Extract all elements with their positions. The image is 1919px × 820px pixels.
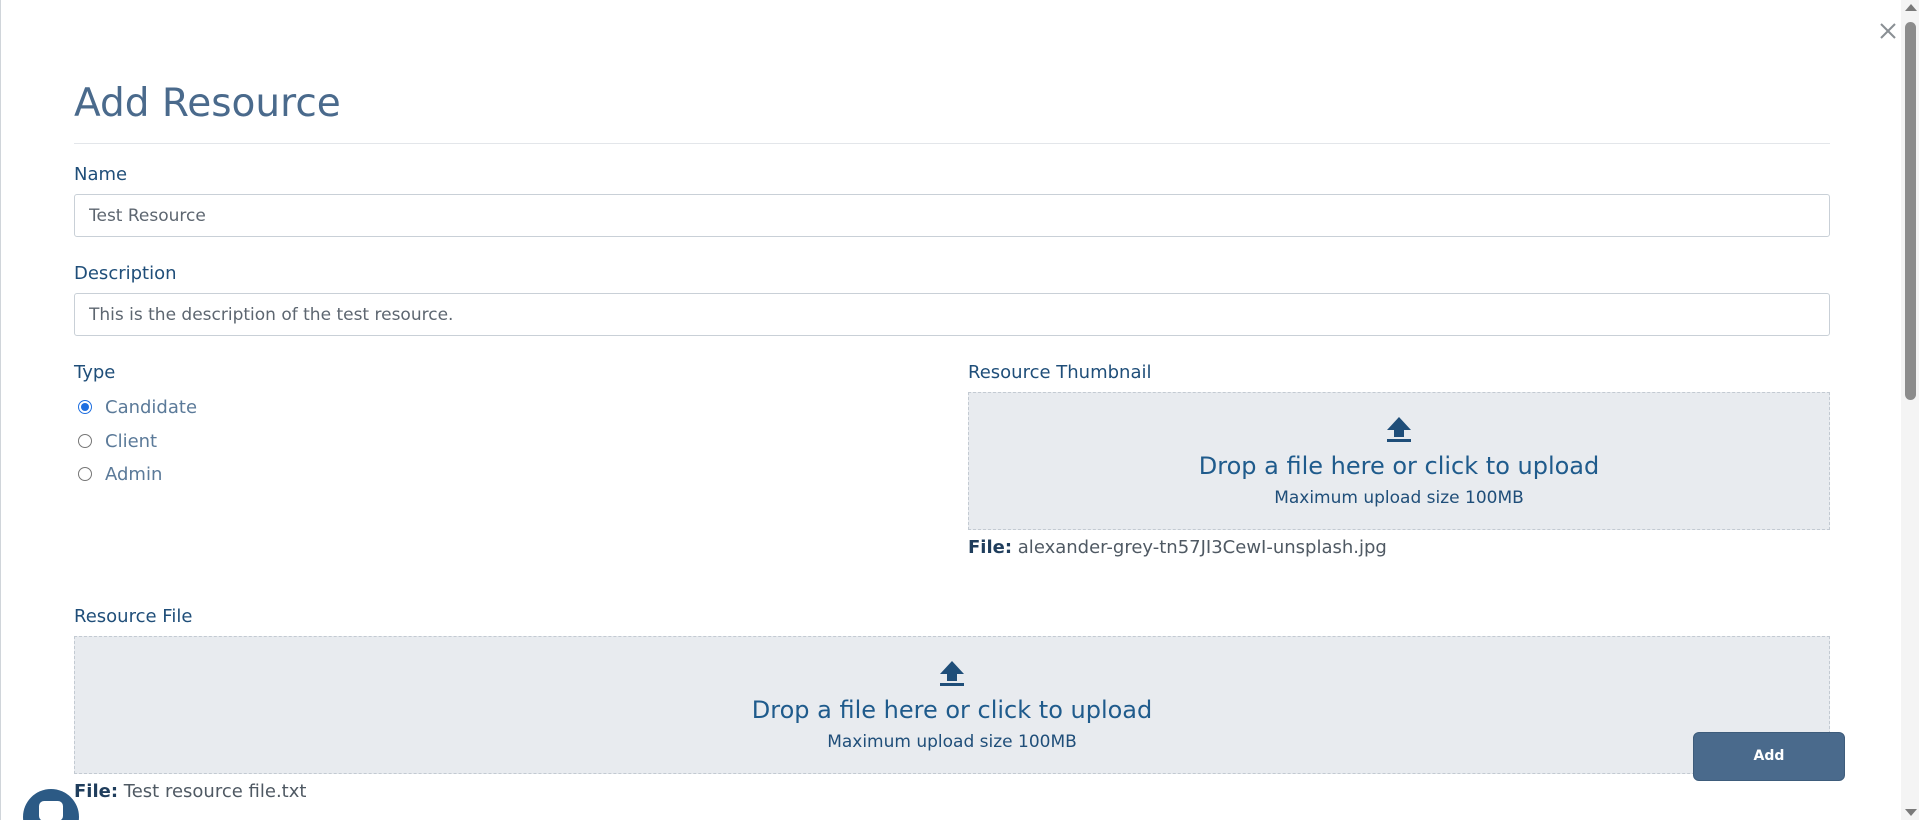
resource-file-name: Test resource file.txt — [123, 781, 307, 802]
candidate-radio[interactable] — [78, 400, 92, 414]
type-option-admin[interactable]: Admin — [78, 462, 162, 486]
type-label: Type — [74, 362, 116, 383]
add-resource-modal: Add Resource Name Description Type Candi… — [0, 0, 1919, 820]
admin-label: Admin — [105, 463, 163, 485]
modal-title: Add Resource — [74, 81, 341, 126]
admin-radio[interactable] — [78, 467, 92, 481]
vertical-scrollbar[interactable] — [1901, 0, 1919, 820]
upload-icon — [940, 661, 964, 686]
client-radio[interactable] — [78, 434, 92, 448]
add-button[interactable]: Add — [1693, 732, 1845, 781]
name-input[interactable] — [74, 194, 1830, 237]
resource-file-label: Resource File — [74, 606, 193, 627]
thumbnail-file-key: File: — [968, 537, 1013, 558]
candidate-label: Candidate — [105, 396, 198, 418]
chat-icon — [39, 801, 63, 820]
title-divider — [74, 143, 1830, 144]
type-option-client[interactable]: Client — [78, 429, 157, 453]
scroll-down-arrow-icon[interactable] — [1905, 809, 1917, 816]
resource-file-info: File: Test resource file.txt — [74, 781, 306, 803]
description-label: Description — [74, 263, 177, 284]
resource-file-dropzone[interactable]: Drop a file here or click to upload Maxi… — [74, 636, 1830, 774]
upload-icon — [1387, 417, 1411, 442]
resource-file-dropzone-hint: Maximum upload size 100MB — [827, 732, 1077, 752]
client-label: Client — [105, 430, 158, 452]
scrollbar-thumb[interactable] — [1905, 22, 1916, 400]
description-input[interactable] — [74, 293, 1830, 336]
scroll-up-arrow-icon[interactable] — [1905, 4, 1917, 11]
thumbnail-label: Resource Thumbnail — [968, 362, 1152, 383]
close-icon[interactable] — [1877, 20, 1899, 42]
name-label: Name — [74, 164, 128, 185]
thumbnail-dropzone-hint: Maximum upload size 100MB — [1274, 488, 1524, 508]
thumbnail-file-name: alexander-grey-tn57JI3CewI-unsplash.jpg — [1017, 537, 1387, 558]
thumbnail-file-info: File: alexander-grey-tn57JI3CewI-unsplas… — [968, 537, 1387, 559]
chat-launcher-button[interactable] — [23, 789, 79, 820]
type-option-candidate[interactable]: Candidate — [78, 395, 197, 419]
resource-file-dropzone-text: Drop a file here or click to upload — [751, 696, 1153, 724]
thumbnail-dropzone[interactable]: Drop a file here or click to upload Maxi… — [968, 392, 1830, 530]
resource-file-key: File: — [74, 781, 119, 802]
thumbnail-dropzone-text: Drop a file here or click to upload — [1198, 452, 1600, 480]
